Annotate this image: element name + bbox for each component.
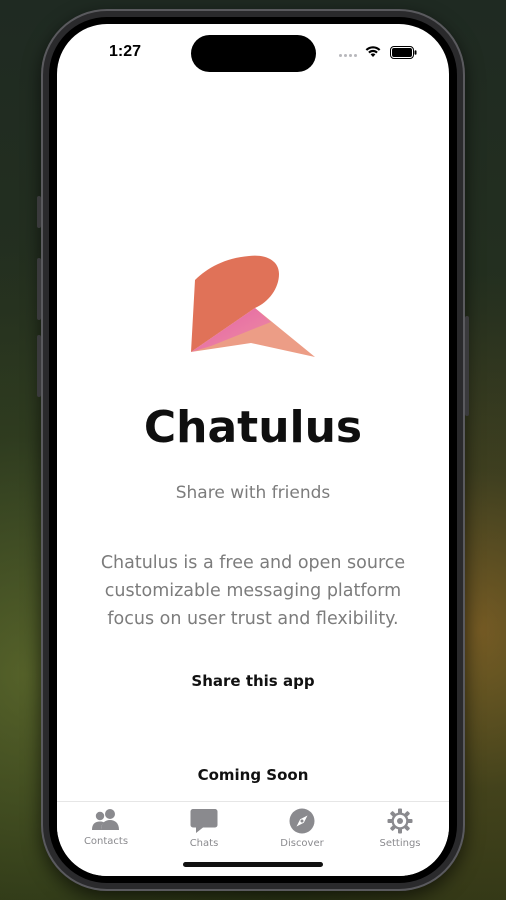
app-screen: 1:27 Chatulus Share with friends Chatulu… — [57, 24, 449, 876]
tab-discover[interactable]: Discover — [253, 808, 351, 854]
side-button-volume-down — [37, 335, 41, 397]
tab-chats[interactable]: Chats — [155, 808, 253, 854]
status-time: 1:27 — [109, 43, 142, 60]
compass-icon — [289, 808, 315, 834]
app-title: Chatulus — [143, 402, 363, 453]
wifi-icon — [365, 46, 381, 57]
app-tagline: Share with friends — [175, 483, 331, 503]
home-indicator[interactable] — [183, 862, 323, 867]
side-button-mute — [37, 196, 41, 228]
tab-contacts[interactable]: Contacts — [57, 808, 155, 854]
battery-icon — [390, 46, 417, 59]
side-button-volume-up — [37, 258, 41, 320]
chatulus-logo — [191, 255, 315, 357]
tab-chats-label: Chats — [189, 838, 219, 849]
gear-icon — [387, 808, 413, 834]
chat-bubble-icon — [190, 809, 218, 833]
dynamic-island — [191, 35, 316, 72]
share-app-button[interactable]: Share this app — [57, 672, 449, 690]
app-description: Chatulus is a free and open source custo… — [100, 553, 406, 629]
tab-settings-label: Settings — [379, 838, 421, 849]
tab-contacts-label: Contacts — [83, 836, 129, 847]
cellular-signal-icon — [339, 54, 357, 57]
tab-discover-label: Discover — [280, 838, 324, 849]
side-button-power — [465, 316, 469, 416]
tab-settings[interactable]: Settings — [351, 808, 449, 854]
coming-soon-label: Coming Soon — [197, 766, 309, 784]
contacts-icon — [92, 809, 119, 830]
